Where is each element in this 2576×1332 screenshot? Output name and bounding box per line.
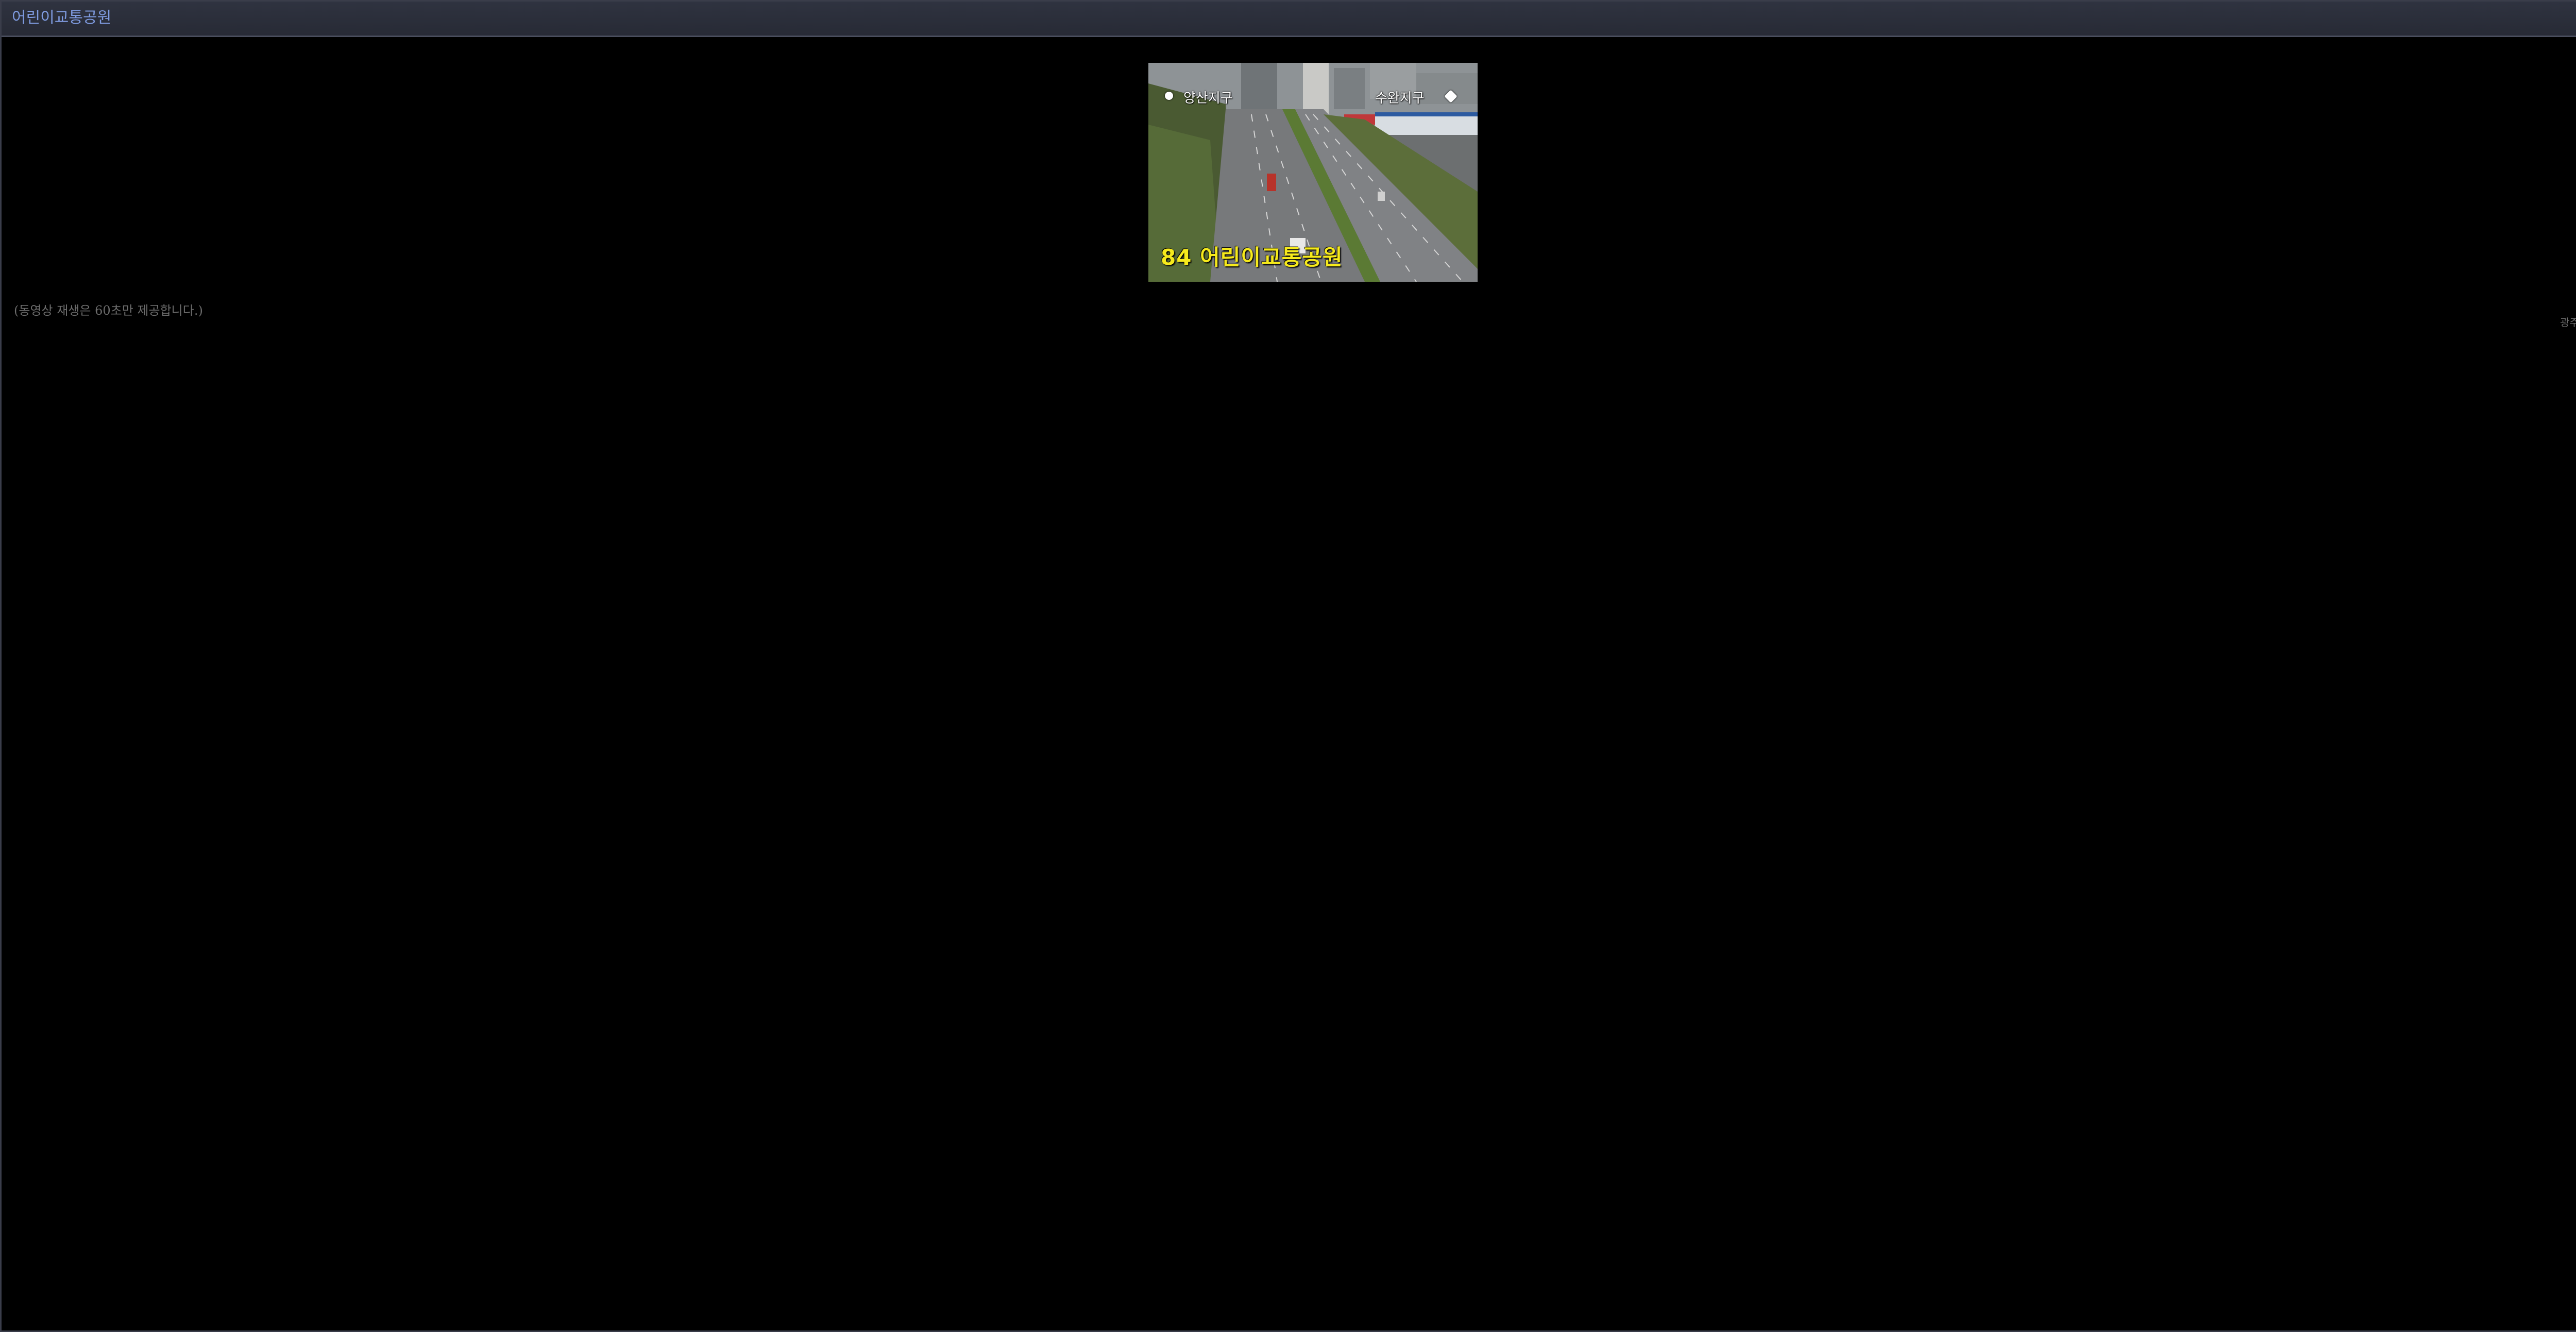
- source-label: 광주광역시: [2560, 316, 2576, 329]
- title-bar: 어린이교통공원: [2, 2, 2576, 37]
- direction-right-label: 수완지구: [1375, 91, 1425, 106]
- playback-notice: (동영상 재생은 60초만 제공합니다.): [14, 303, 203, 318]
- popup-window: 어린이교통공원 양산지구 수완지구 84 어린이교통공원 (동영상 재생은 60…: [0, 0, 2576, 1332]
- camera-caption: 84 어린이교통공원: [1161, 245, 1343, 270]
- direction-marker-icon: [1165, 92, 1173, 100]
- window-title: 어린이교통공원: [12, 9, 112, 27]
- cctv-video-player[interactable]: 양산지구 수완지구 84 어린이교통공원: [1148, 63, 1478, 282]
- direction-left-label: 양산지구: [1183, 91, 1233, 106]
